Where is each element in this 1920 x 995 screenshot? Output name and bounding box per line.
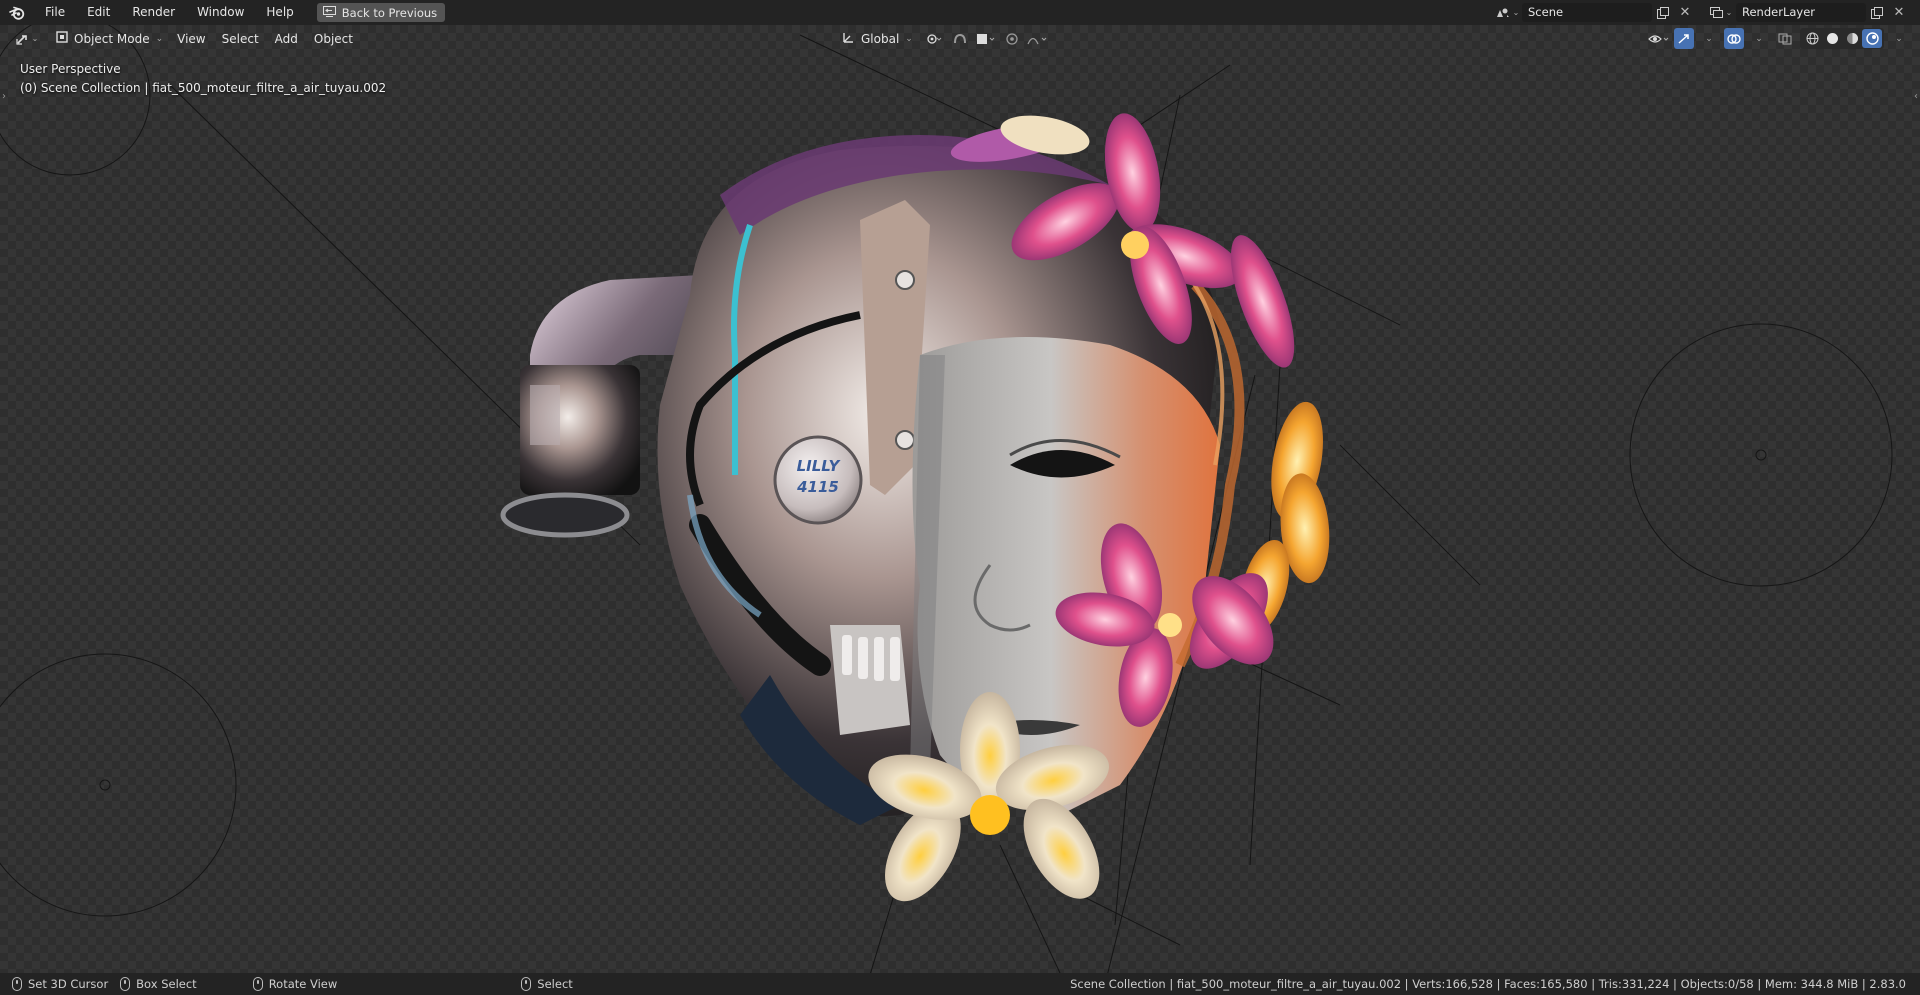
menu-file[interactable]: File xyxy=(34,0,76,25)
hint-box-select: Box Select xyxy=(120,977,197,991)
viewport-display-controls: ⌄ ⌄ ⌄ xyxy=(1648,25,1910,52)
back-to-previous-button[interactable]: Back to Previous xyxy=(316,3,446,22)
viewport-menu-select[interactable]: Select xyxy=(214,32,267,46)
scene-selector: ⌄ Scene ✕ xyxy=(1492,3,1696,22)
hint-rotate-view-label: Rotate View xyxy=(268,977,338,991)
shading-mode-group xyxy=(1800,28,1884,49)
chevron-down-icon: ⌄ xyxy=(155,33,164,44)
snap-element-icon[interactable] xyxy=(975,28,997,49)
gizmo-options-icon[interactable]: ⌄ xyxy=(1698,28,1720,49)
back-to-previous-label: Back to Previous xyxy=(341,5,438,20)
scene-icon[interactable]: ⌄ xyxy=(1492,3,1522,22)
transform-controls: Global ⌄ xyxy=(836,25,1049,52)
xray-icon[interactable] xyxy=(1774,28,1796,49)
wireframe-shading-icon[interactable] xyxy=(1802,29,1822,48)
mouse-left-icon xyxy=(12,977,22,991)
gizmo-icon[interactable] xyxy=(1674,28,1694,49)
viewport-scene: LILLY 4115 xyxy=(0,25,1893,973)
toolbar-expand-icon[interactable]: › xyxy=(2,91,6,102)
new-scene-icon[interactable] xyxy=(1652,3,1674,22)
viewport-menu-view[interactable]: View xyxy=(169,32,213,46)
3d-viewport[interactable]: LILLY 4115 User Perspective (0) Scene Co… xyxy=(0,25,1920,973)
viewport-editor-icon[interactable]: ⌄ xyxy=(10,28,44,49)
badge-text-2: 4115 xyxy=(796,478,839,496)
hint-set-3d-cursor-label: Set 3D Cursor xyxy=(28,977,109,991)
overlay-icon[interactable] xyxy=(1724,28,1744,49)
pivot-point-icon[interactable] xyxy=(923,28,945,49)
render-layer-icon[interactable]: ⌄ xyxy=(1706,3,1736,22)
viewport-header: ⌄ Object Mode ⌄ View Select Add Object G… xyxy=(0,25,1920,52)
object-mode-selector[interactable]: Object Mode ⌄ xyxy=(50,28,169,49)
chevron-down-icon: ⌄ xyxy=(905,33,913,44)
proportional-edit-icon[interactable] xyxy=(1001,28,1023,49)
menu-window[interactable]: Window xyxy=(186,0,255,25)
transform-orientation-selector[interactable]: Global ⌄ xyxy=(836,28,919,49)
scene-statistics: Scene Collection | fiat_500_moteur_filtr… xyxy=(1070,977,1906,991)
rendered-shading-icon[interactable] xyxy=(1862,29,1882,48)
top-menu-bar: File Edit Render Window Help Back to Pre… xyxy=(0,0,1920,25)
new-render-layer-icon[interactable] xyxy=(1866,3,1888,22)
overlay-options-icon[interactable]: ⌄ xyxy=(1748,28,1770,49)
viewport-menu-add[interactable]: Add xyxy=(267,32,306,46)
scene-name-field[interactable]: Scene xyxy=(1522,3,1652,22)
hint-select: Select xyxy=(521,977,573,991)
mouse-drag-icon xyxy=(120,977,131,991)
mouse-middle-icon xyxy=(252,977,263,991)
hint-set-3d-cursor: Set 3D Cursor xyxy=(12,977,108,991)
blender-logo-icon[interactable] xyxy=(0,0,34,25)
collection-label: (0) Scene Collection | fiat_500_moteur_f… xyxy=(20,81,387,95)
delete-scene-icon[interactable]: ✕ xyxy=(1674,3,1696,22)
object-mode-icon xyxy=(56,31,68,46)
status-bar: Set 3D Cursor Box Select Rotate View Sel… xyxy=(0,973,1920,995)
transform-orientation-icon xyxy=(842,31,855,47)
delete-render-layer-icon[interactable]: ✕ xyxy=(1888,3,1910,22)
viewport-menu-object[interactable]: Object xyxy=(306,32,361,46)
material-shading-icon[interactable] xyxy=(1842,29,1862,48)
proportional-falloff-icon[interactable] xyxy=(1027,28,1049,49)
menu-render[interactable]: Render xyxy=(121,0,186,25)
screen-back-icon xyxy=(322,5,336,20)
hint-box-select-label: Box Select xyxy=(136,977,197,991)
transform-orientation-label: Global xyxy=(861,31,900,46)
menu-edit[interactable]: Edit xyxy=(76,0,121,25)
mouse-right-icon xyxy=(521,977,532,991)
badge-text-1: LILLY xyxy=(797,457,842,475)
workspace-right-controls: ⌄ Scene ✕ ⌄ RenderLayer ✕ xyxy=(1492,0,1920,25)
render-layer-name-field[interactable]: RenderLayer xyxy=(1736,3,1866,22)
menu-help[interactable]: Help xyxy=(255,0,304,25)
solid-shading-icon[interactable] xyxy=(1822,29,1842,48)
hint-rotate-view: Rotate View xyxy=(252,977,338,991)
object-visibility-icon[interactable] xyxy=(1648,28,1670,49)
sidebar-expand-icon[interactable]: ‹ xyxy=(1914,91,1918,102)
render-layer-selector: ⌄ RenderLayer ✕ xyxy=(1706,3,1910,22)
object-mode-label: Object Mode xyxy=(74,31,150,46)
shading-options-icon[interactable]: ⌄ xyxy=(1888,28,1910,49)
perspective-label: User Perspective xyxy=(20,62,121,76)
snap-icon[interactable] xyxy=(949,28,971,49)
hint-select-label: Select xyxy=(537,977,573,991)
